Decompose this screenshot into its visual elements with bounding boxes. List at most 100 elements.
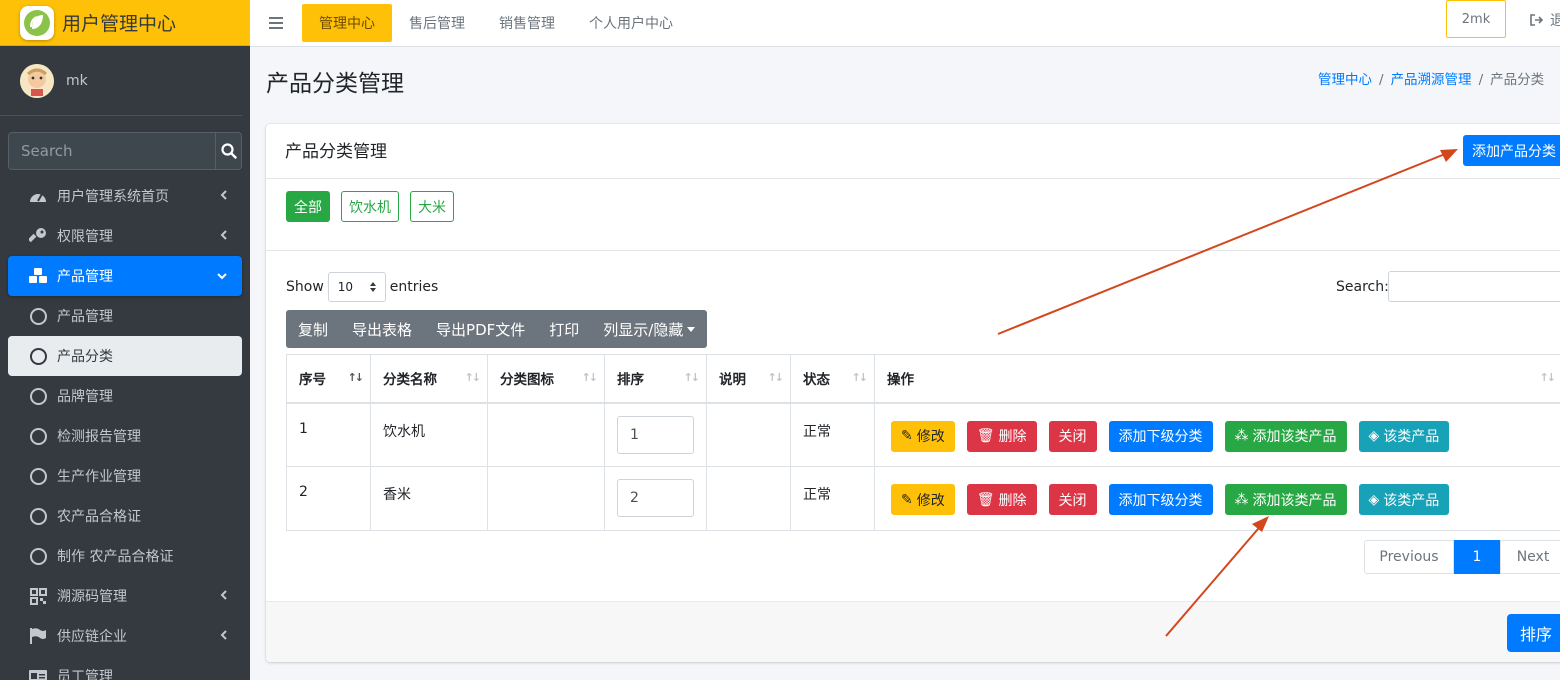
sidebar-item-dashboard[interactable]: 用户管理系统首页 [8,176,242,216]
topnav-personal-center[interactable]: 个人用户中心 [572,4,690,42]
cell-order: 1 [604,402,707,467]
sidebar-subitem-inspection-report[interactable]: 检测报告管理 [8,416,242,456]
previous-page-button[interactable]: Previous [1364,540,1454,574]
sidebar-search-input[interactable] [9,133,215,169]
user-name[interactable]: mk [66,73,88,89]
close-button[interactable]: 关闭 [1048,484,1097,515]
topnav-sales[interactable]: 销售管理 [482,4,572,42]
cell-index: 1 [286,402,371,467]
topnav-admin-center[interactable]: 管理中心 [302,4,392,42]
category-card: 产品分类管理 添加产品分类 全部 饮水机 大米 Show 10 entries … [266,124,1560,662]
hamburger-icon [269,17,283,29]
category-products-button[interactable]: ◈ 该类产品 [1358,420,1450,452]
trash-icon: 🗑 [976,491,995,508]
print-button[interactable]: 打印 [537,310,591,348]
sidebar-subitem-brand-management[interactable]: 品牌管理 [8,376,242,416]
sign-out-icon [1530,14,1544,26]
logout-link[interactable]: 退 [1530,10,1560,30]
edit-icon: ✎ [901,491,913,508]
order-input[interactable]: 1 [617,415,694,454]
entries-label: entries [389,279,439,295]
filter-all-button[interactable]: 全部 [286,191,330,222]
close-button[interactable]: 关闭 [1048,420,1097,452]
column-visibility-button[interactable]: 列显示/隐藏 [591,310,707,348]
sidebar-subitem-make-certificate[interactable]: 制作 农产品合格证 [8,536,242,576]
filter-rice-button[interactable]: 大米 [410,191,454,222]
add-subcategory-button[interactable]: 添加下级分类 [1108,484,1213,515]
topnav-after-sales[interactable]: 售后管理 [392,4,482,42]
col-header-status[interactable]: 状态 ↑↓ [790,354,875,404]
category-products-button[interactable]: ◈ 该类产品 [1358,484,1450,515]
menu-toggle-button[interactable] [250,0,302,47]
export-excel-button[interactable]: 导出表格 [340,310,424,348]
chevron-left-icon [220,589,228,605]
sidebar-item-label: 产品管理 [57,309,113,325]
sort-icon: ↑↓ [767,371,785,384]
sidebar-item-label: 用户管理系统首页 [57,189,169,205]
cell-name: 香米 [370,466,488,531]
add-product-button[interactable]: ⁂ 添加该类产品 [1224,420,1347,452]
col-header-icon[interactable]: 分类图标 ↑↓ [487,354,605,404]
user-menu-button[interactable]: 2mk [1446,0,1506,38]
cell-status: 正常 [790,402,875,467]
export-pdf-button[interactable]: 导出PDF文件 [424,310,537,348]
cubes-icon: ⁂ [1234,428,1249,444]
circle-icon [28,347,48,365]
cell-index: 2 [286,466,371,531]
col-header-order[interactable]: 排序 ↑↓ [604,354,707,404]
col-header-name[interactable]: 分类名称 ↑↓ [370,354,488,404]
copy-button[interactable]: 复制 [286,310,340,348]
add-category-button[interactable]: 添加产品分类 [1463,135,1560,166]
tachometer-icon [28,188,48,204]
sort-icon: ↑↓ [464,371,482,384]
sidebar-item-label: 农产品合格证 [57,509,141,525]
circle-icon [28,467,48,485]
table-row: 2 香米 2 正常 ✎ 修改 🗑 删除 关闭 添加下级分类 ⁂ 添加该类产品 ◈ 该类产… [286,466,1560,531]
search-icon [220,143,237,159]
breadcrumb-admin-center[interactable]: 管理中心 [1318,72,1372,88]
sidebar-item-products[interactable]: 产品管理 [8,256,242,296]
sidebar-subitem-product-category[interactable]: 产品分类 [8,336,242,376]
add-subcategory-button[interactable]: 添加下级分类 [1108,420,1213,452]
cell-actions: ✎ 修改 🗑 删除 关闭 添加下级分类 ⁂ 添加该类产品 ◈ 该类产品 [874,402,1560,467]
sidebar-item-permissions[interactable]: 权限管理 [8,216,242,256]
table-search-input[interactable] [1388,271,1560,302]
breadcrumb-product-trace[interactable]: 产品溯源管理 [1391,72,1472,88]
search-button[interactable] [215,133,241,169]
sidebar-subitem-production-operations[interactable]: 生产作业管理 [8,456,242,496]
sidebar-item-label: 产品管理 [57,269,113,285]
brand-logo-icon [20,5,54,40]
sort-icon: ↑↓ [851,371,869,384]
avatar [20,63,54,98]
sidebar-subitem-product-management[interactable]: 产品管理 [8,296,242,336]
user-panel[interactable]: mk [0,46,242,116]
page-length-select[interactable]: 10 [327,272,386,302]
col-header-actions[interactable]: 操作 ↑↓ [874,354,1560,404]
edit-button[interactable]: ✎ 修改 [891,420,955,452]
sidebar-subitem-certificate[interactable]: 农产品合格证 [8,496,242,536]
sidebar-item-employees[interactable]: 员工管理 [8,656,242,680]
page-title: 产品分类管理 [266,71,404,97]
col-header-description[interactable]: 说明 ↑↓ [706,354,791,404]
sidebar-nav: 用户管理系统首页 权限管理 产品管理 产品管理 产品分类 品牌管理 检测报告管理 [8,176,242,680]
sort-icon: ↑↓ [683,371,701,384]
sidebar-item-supply-chain[interactable]: 供应链企业 [8,616,242,656]
next-page-button[interactable]: Next [1500,540,1560,574]
sort-button[interactable]: 排序 [1507,614,1560,652]
key-icon [28,227,48,245]
page-1-button[interactable]: 1 [1454,540,1500,574]
filter-water-dispenser-button[interactable]: 饮水机 [341,191,399,222]
order-input[interactable]: 2 [617,479,694,517]
edit-button[interactable]: ✎ 修改 [891,484,955,515]
delete-button[interactable]: 🗑 删除 [966,484,1037,515]
divider [266,250,1560,251]
sidebar-item-trace-code[interactable]: 溯源码管理 [8,576,242,616]
delete-button[interactable]: 🗑 删除 [966,420,1037,452]
card-title: 产品分类管理 [285,142,387,162]
id-card-icon [28,668,48,680]
qrcode-icon [28,587,48,605]
col-header-index[interactable]: 序号 ↑↓ [286,354,371,404]
brand-bar[interactable]: 用户管理中心 [0,0,250,46]
cell-icon [487,402,605,467]
add-product-button[interactable]: ⁂ 添加该类产品 [1224,484,1347,515]
